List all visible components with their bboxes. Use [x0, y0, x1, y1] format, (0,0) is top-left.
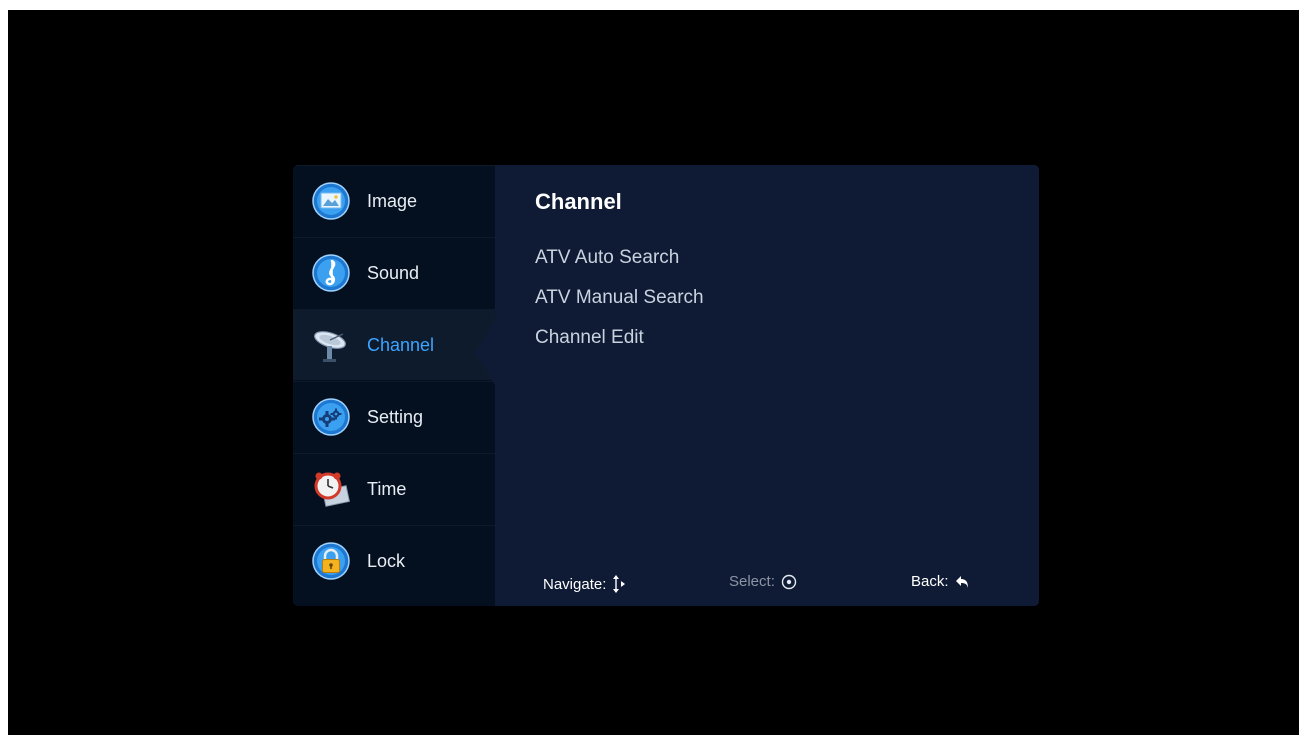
alarm-clock-icon	[312, 470, 350, 508]
sidebar-item-label: Channel	[367, 335, 435, 355]
satellite-dish-icon	[312, 326, 350, 364]
selection-pointer	[475, 321, 495, 385]
menu-item-atv-manual-search[interactable]: ATV Manual Search	[535, 287, 704, 309]
navigate-arrows-icon	[613, 575, 626, 593]
back-label: Back:	[911, 573, 949, 590]
sidebar-item-label: Lock	[367, 551, 406, 571]
select-circle-icon	[781, 574, 797, 589]
gear-icon	[312, 398, 350, 436]
menu-item-atv-auto-search[interactable]: ATV Auto Search	[535, 247, 679, 269]
select-label: Select:	[729, 573, 775, 590]
page-title: Channel	[535, 189, 622, 214]
back-arrow-icon	[955, 575, 968, 588]
tv-screen: Image Sound Channel Setting Time Lock Ch…	[8, 10, 1299, 735]
sidebar-item-setting[interactable]: Setting	[293, 381, 495, 452]
sidebar-item-lock[interactable]: Lock	[293, 525, 495, 596]
padlock-icon	[312, 542, 350, 580]
music-note-icon	[312, 254, 350, 292]
sidebar-item-image[interactable]: Image	[293, 165, 495, 236]
channel-panel: Channel ATV Auto Search ATV Manual Searc…	[495, 165, 1039, 606]
image-icon	[312, 182, 350, 220]
navigate-label: Navigate:	[543, 575, 607, 593]
select-hint: Select:	[729, 573, 797, 590]
back-hint: Back:	[911, 573, 971, 590]
sidebar-item-label: Time	[367, 479, 407, 499]
settings-menu: Image Sound Channel Setting Time Lock Ch…	[293, 165, 1039, 606]
sidebar-item-sound[interactable]: Sound	[293, 237, 495, 308]
sidebar-item-channel[interactable]: Channel	[293, 309, 495, 380]
sidebar-item-label: Sound	[367, 263, 420, 283]
sidebar-item-label: Setting	[367, 407, 424, 427]
sidebar: Image Sound Channel Setting Time Lock	[293, 165, 495, 606]
sidebar-item-time[interactable]: Time	[293, 453, 495, 524]
sidebar-item-label: Image	[367, 191, 418, 211]
navigate-hint: Navigate:	[543, 573, 626, 595]
menu-item-channel-edit[interactable]: Channel Edit	[535, 327, 644, 349]
